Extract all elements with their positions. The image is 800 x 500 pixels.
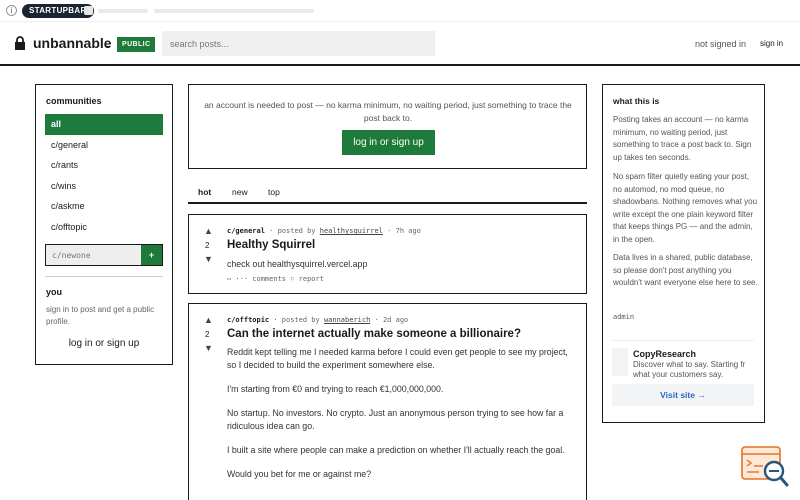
communities-sidebar: communities all c/general c/rants c/wins…: [35, 84, 173, 365]
you-title: you: [46, 287, 63, 297]
post-body-paragraph: I'm starting from €0 and trying to reach…: [227, 384, 444, 394]
communities-list: all c/general c/rants c/wins c/askme c/o…: [45, 114, 163, 237]
post-score: 2: [205, 330, 210, 339]
post-card: ▲ 2 ▼ c/offtopic · posted by wannaberich…: [188, 303, 587, 500]
upvote-icon[interactable]: ▲: [204, 226, 213, 236]
about-paragraph: No spam filter quietly eating your post,…: [613, 172, 758, 244]
new-community-input[interactable]: [46, 245, 142, 265]
downvote-icon[interactable]: ▼: [204, 254, 213, 264]
placeholder-bar-long: [154, 9, 314, 13]
post-author[interactable]: healthysquirrel: [320, 227, 383, 235]
community-item-askme[interactable]: c/askme: [45, 196, 163, 217]
post-score: 2: [205, 241, 210, 250]
sidebar-divider: [45, 276, 163, 277]
community-item-all[interactable]: all: [45, 114, 163, 135]
post-card: ▲ 2 ▼ c/general · posted by healthysquir…: [188, 214, 587, 294]
admin-link[interactable]: admin: [613, 313, 634, 321]
about-title: what this is: [613, 96, 660, 106]
code-search-widget-icon[interactable]: [741, 445, 791, 491]
new-community-form: +: [45, 244, 163, 266]
post-time: · 2d ago: [374, 316, 409, 324]
top-strip: i STARTUPBAR: [0, 0, 800, 22]
posted-by-label: · posted by: [273, 316, 320, 324]
post-title[interactable]: Healthy Squirrel: [227, 239, 315, 251]
search-input[interactable]: [162, 31, 435, 56]
post-author[interactable]: wannaberich: [324, 316, 370, 324]
ad-description: Discover what to say. Starting fr what y…: [633, 360, 754, 380]
public-badge: PUBLIC: [117, 37, 156, 52]
communities-title: communities: [46, 96, 102, 106]
community-item-offtopic[interactable]: c/offtopic: [45, 217, 163, 238]
startupbar-badge[interactable]: STARTUPBAR: [22, 4, 94, 18]
sidebar-login-link[interactable]: log in or sign up: [36, 338, 172, 349]
site-header: unbannable . PUBLIC not signed in sign i…: [0, 22, 800, 66]
post-body-paragraph: Would you bet for me or against me?: [227, 469, 372, 479]
ad-name[interactable]: CopyResearch: [633, 349, 696, 359]
community-item-general[interactable]: c/general: [45, 135, 163, 156]
you-description: sign in to post and get a public profile…: [46, 305, 155, 326]
ad-description-line: Discover what to say. Starting fr: [633, 360, 746, 369]
downvote-icon[interactable]: ▼: [204, 343, 213, 353]
tab-new[interactable]: new: [232, 187, 248, 197]
post-meta: c/offtopic · posted by wannaberich · 2d …: [227, 316, 408, 324]
post-body-paragraph: No startup. No investors. No crypto. Jus…: [227, 408, 564, 431]
about-paragraph: Posting takes an account — no karma mini…: [613, 115, 752, 162]
account-notice: an account is needed to post — no karma …: [188, 84, 587, 169]
sponsored-ad[interactable]: CopyResearch Discover what to say. Start…: [612, 340, 754, 406]
post-community[interactable]: c/offtopic: [227, 316, 269, 324]
post-body-paragraph: check out healthysquirrel.vercel.app: [227, 259, 368, 269]
notice-login-button[interactable]: log in or sign up: [342, 130, 435, 155]
post-body-paragraph: I built a site where people can make a p…: [227, 445, 565, 455]
community-item-wins[interactable]: c/wins: [45, 176, 163, 197]
notice-text: an account is needed to post — no karma …: [204, 100, 572, 123]
sign-in-link[interactable]: sign in: [760, 39, 783, 48]
post-time: · 7h ago: [387, 227, 421, 235]
post-title[interactable]: Can the internet actually make someone a…: [227, 328, 521, 340]
ad-header: CopyResearch Discover what to say. Start…: [612, 340, 754, 384]
site-name[interactable]: unbannable: [33, 35, 112, 51]
post-body-paragraph: Reddit kept telling me I needed karma be…: [227, 347, 568, 370]
placeholder-square: [84, 6, 93, 15]
ad-visit-link[interactable]: Visit site →: [612, 384, 754, 406]
ad-logo: [612, 348, 628, 376]
community-item-rants[interactable]: c/rants: [45, 155, 163, 176]
sort-tabs: hot new top: [188, 183, 587, 204]
site-name-dot: .: [106, 35, 110, 51]
auth-status: not signed in: [695, 39, 747, 49]
lock-icon: [15, 36, 25, 50]
post-actions[interactable]: ⋯ ··· comments ⚐ report: [227, 275, 324, 283]
info-icon[interactable]: i: [6, 5, 17, 16]
upvote-icon[interactable]: ▲: [204, 315, 213, 325]
post-community[interactable]: c/general: [227, 227, 265, 235]
ad-description-line: what your customers say.: [633, 370, 724, 379]
post-body: Reddit kept telling me I needed karma be…: [227, 346, 575, 492]
posted-by-label: · posted by: [269, 227, 316, 235]
placeholder-bar: [98, 9, 148, 13]
tab-top[interactable]: top: [268, 187, 280, 197]
post-meta: c/general · posted by healthysquirrel · …: [227, 227, 421, 235]
about-paragraph: Data lives in a shared, public database,…: [613, 253, 758, 287]
add-community-button[interactable]: +: [141, 245, 162, 265]
tab-hot[interactable]: hot: [198, 187, 211, 197]
